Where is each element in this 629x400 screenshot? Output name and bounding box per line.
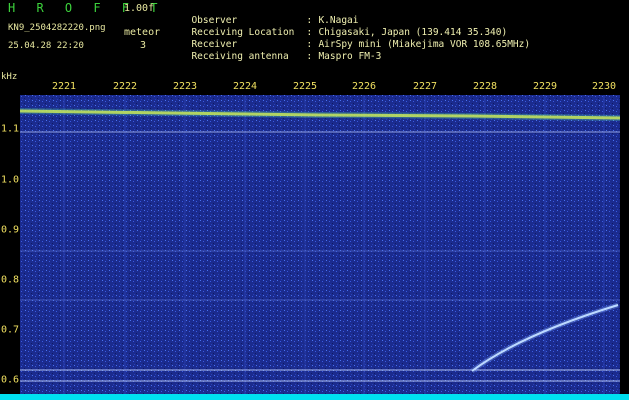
y-tick: 0.8 [1,274,20,286]
x-tick: 2227 [412,81,438,92]
datetime: 25.04.28 22:20 [8,41,84,51]
spectrogram [20,95,620,395]
y-tick: 1.0 [1,174,20,186]
x-tick: 2221 [51,81,77,92]
y-tick: 1.1 [1,123,20,135]
mode-label: meteor [124,27,161,38]
signal-strip [0,394,629,400]
x-tick: 2223 [172,81,198,92]
x-tick: 2230 [591,81,617,92]
y-tick: 0.6 [1,374,20,386]
spectrogram-background [20,95,620,395]
x-tick: 2224 [232,81,258,92]
info-key: Receiving antenna [191,51,289,62]
file-name: KN9_2504282220.png [8,23,106,33]
x-tick: 2228 [472,81,498,92]
info-row-antenna: Receiving antenna: Maspro FM-3 [180,39,381,63]
x-tick: 2225 [292,81,318,92]
y-tick: 0.9 [1,224,20,236]
axis-unit: kHz [1,72,18,82]
info-value: Maspro FM-3 [318,51,382,62]
info-separator: : [306,51,313,62]
y-tick: 0.7 [1,324,20,336]
meteor-count: 3 [140,40,147,51]
x-tick: 2226 [351,81,377,92]
x-tick: 2229 [532,81,558,92]
x-tick: 2222 [112,81,138,92]
app-version: 1.00f [124,3,155,14]
